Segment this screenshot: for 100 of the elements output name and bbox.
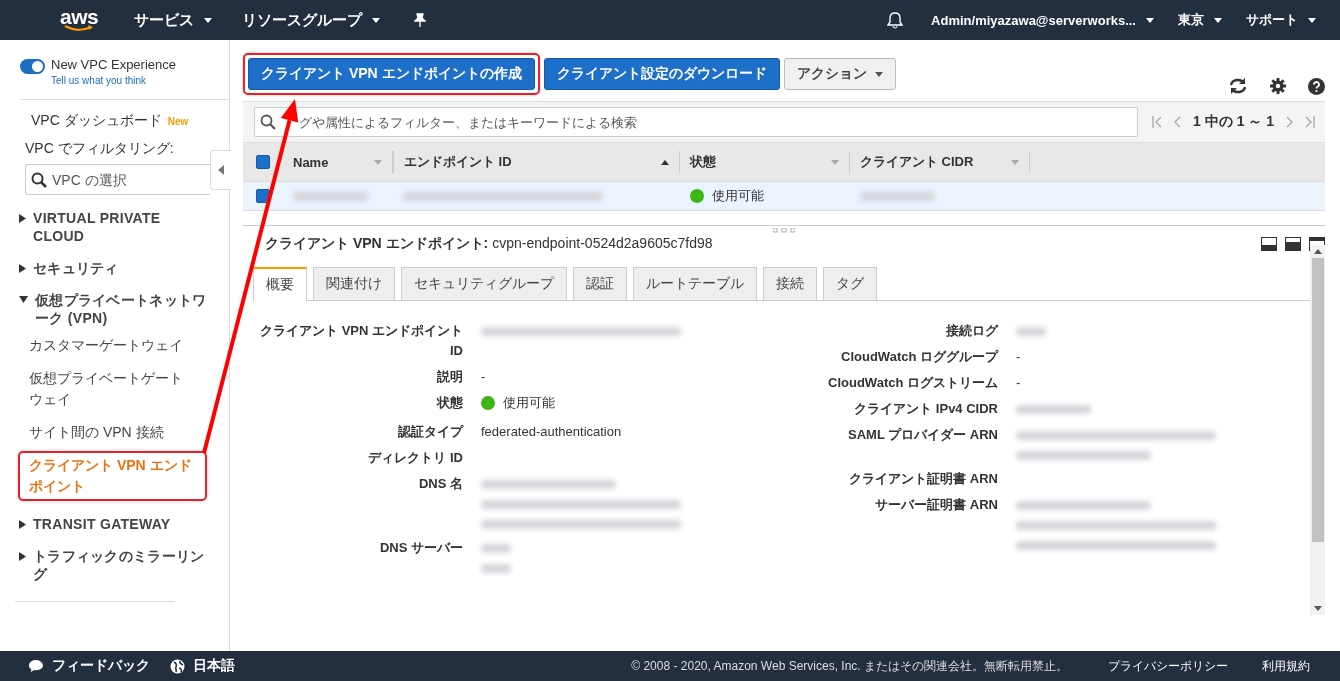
settings-icon bbox=[1270, 78, 1286, 94]
column-header[interactable]: クライアント CIDR bbox=[850, 151, 1030, 173]
column-header[interactable]: Name bbox=[283, 151, 393, 173]
caret-icon bbox=[1308, 17, 1316, 23]
tab[interactable]: 認証 bbox=[573, 267, 627, 300]
nav-section[interactable]: セキュリティ bbox=[19, 259, 209, 277]
scrollbar[interactable] bbox=[1310, 245, 1325, 615]
support-menu[interactable]: サポート bbox=[1246, 11, 1316, 29]
detail-title: クライアント VPN エンドポイント: cvpn-endpoint-0524d2a9605c7fd98 bbox=[265, 235, 713, 253]
triangle-right-icon bbox=[19, 552, 26, 561]
bell-icon bbox=[887, 11, 904, 29]
field-label: クライアント IPv4 CIDR bbox=[853, 400, 998, 418]
field-label: SAML プロバイダー ARN bbox=[847, 426, 998, 444]
scrollbar-thumb[interactable] bbox=[1311, 258, 1324, 542]
redacted-text bbox=[481, 544, 511, 553]
sidebar-item[interactable]: カスタマーゲートウェイ bbox=[18, 331, 207, 360]
field-label: クライアント証明書 ARN bbox=[848, 470, 998, 488]
feedback-link[interactable]: フィードバック bbox=[28, 657, 150, 675]
collapse-tab[interactable] bbox=[210, 150, 231, 190]
field-label: 認証タイプ bbox=[397, 423, 463, 441]
tab[interactable]: ルートテーブル bbox=[633, 267, 757, 300]
tab[interactable]: セキュリティグループ bbox=[401, 267, 567, 300]
caret-icon bbox=[204, 17, 213, 23]
field-value: federated-authentication bbox=[481, 424, 622, 439]
status-text: 使用可能 bbox=[481, 393, 555, 413]
field-label: ディレクトリ ID bbox=[367, 449, 463, 467]
pagination-text: 1 中の 1 ～ 1 bbox=[1193, 113, 1274, 131]
toolbar-button[interactable]: クライアント設定のダウンロード bbox=[543, 58, 780, 90]
pin-icon bbox=[414, 13, 427, 27]
table-row[interactable]: 使用可能 bbox=[243, 182, 1325, 211]
smile-icon bbox=[64, 25, 95, 32]
field-label: サーバー証明書 ARN bbox=[874, 496, 998, 514]
actions-dropdown[interactable]: アクション bbox=[783, 58, 896, 90]
new-label: New bbox=[167, 116, 189, 127]
checkbox[interactable] bbox=[256, 155, 270, 169]
nav-menu[interactable]: リソースグループ bbox=[242, 10, 381, 30]
tab[interactable]: 関連付け bbox=[313, 267, 395, 300]
resize-handle-icon bbox=[773, 228, 795, 233]
triangle-down-icon bbox=[19, 296, 28, 303]
triangle-right-icon bbox=[19, 264, 26, 273]
field-value: - bbox=[1016, 375, 1021, 390]
caret-icon bbox=[874, 71, 883, 77]
caret-left-icon bbox=[218, 165, 224, 175]
nav-section[interactable]: TRANSIT GATEWAY bbox=[19, 515, 209, 533]
first-page-icon bbox=[1152, 116, 1163, 128]
copyright-text: © 2008 - 2020, Amazon Web Services, Inc. またはその関連会社。無断転用禁止。 bbox=[631, 657, 1068, 675]
field-label: DNS サーバー bbox=[378, 539, 463, 557]
toolbar-button[interactable]: クライアント VPN エンドポイントの作成 bbox=[248, 58, 535, 90]
field-label: 状態 bbox=[435, 394, 463, 412]
layout-split-icon bbox=[1285, 237, 1301, 251]
refresh-icon bbox=[1228, 77, 1248, 95]
field-label: DNS 名 bbox=[417, 475, 463, 493]
speech-bubble-icon bbox=[28, 659, 44, 673]
nav-menu[interactable]: サービス bbox=[134, 10, 213, 30]
nav-section[interactable]: 仮想プライベートネットワーク (VPN) bbox=[19, 291, 209, 327]
redacted-text bbox=[481, 564, 511, 573]
column-header[interactable]: 状態 bbox=[680, 151, 850, 173]
redacted-text bbox=[1016, 327, 1046, 336]
status-text: 使用可能 bbox=[690, 187, 764, 205]
nav-section[interactable]: トラフィックのミラーリング bbox=[19, 547, 209, 583]
region-menu[interactable]: 東京 bbox=[1178, 11, 1222, 29]
next-page-icon bbox=[1286, 116, 1293, 128]
field-label: CloudWatch ログストリーム bbox=[827, 374, 998, 392]
previous-page-icon bbox=[1174, 116, 1182, 128]
privacy-link[interactable]: プライバシーポリシー bbox=[1108, 657, 1228, 675]
nav-section[interactable]: VIRTUAL PRIVATE CLOUD bbox=[19, 209, 209, 245]
logo[interactable]: aws bbox=[60, 8, 99, 26]
toggle-switch[interactable] bbox=[20, 59, 45, 74]
scroll-down-icon bbox=[1313, 606, 1322, 611]
field-label: 説明 bbox=[436, 368, 463, 386]
caret-icon bbox=[1146, 17, 1154, 23]
language-selector[interactable]: 日本語 bbox=[170, 657, 235, 675]
field-label: クライアント VPN エンドポイント ID bbox=[259, 322, 463, 360]
feedback-link[interactable]: Tell us what you think bbox=[51, 75, 147, 86]
scroll-up-icon bbox=[1313, 249, 1322, 254]
last-page-icon bbox=[1305, 116, 1315, 128]
checkbox[interactable] bbox=[256, 189, 270, 203]
triangle-right-icon bbox=[19, 520, 26, 529]
search-field[interactable]: グや属性によるフィルター、またはキーワードによる検索 bbox=[254, 107, 1139, 137]
account-menu[interactable]: Admin/miyazawa@serverworks... bbox=[931, 12, 1154, 28]
tab[interactable]: 接続 bbox=[763, 267, 817, 300]
tab[interactable]: 概要 bbox=[253, 267, 307, 301]
field-value: - bbox=[1016, 349, 1021, 364]
sidebar-item[interactable]: 仮想プライベートゲートウェイ bbox=[18, 364, 207, 414]
triangle-right-icon bbox=[19, 214, 26, 223]
globe-icon bbox=[170, 658, 185, 674]
column-header[interactable]: エンドポイント ID bbox=[393, 151, 680, 173]
caret-icon bbox=[372, 17, 381, 23]
dashboard-link[interactable]: VPC ダッシュボード bbox=[31, 112, 162, 130]
caret-icon bbox=[1214, 17, 1222, 23]
field-label: 接続ログ bbox=[945, 322, 998, 340]
layout-bottom-icon bbox=[1261, 237, 1277, 251]
sidebar-item[interactable]: サイト間の VPN 接続 bbox=[18, 418, 207, 447]
terms-link[interactable]: 利用規約 bbox=[1262, 657, 1310, 675]
filter-label: VPC でフィルタリング: bbox=[25, 140, 175, 158]
toggle-label: New VPC Experience bbox=[51, 57, 176, 72]
vpc-select-field[interactable]: VPC の選択 bbox=[25, 164, 210, 195]
field-value: - bbox=[481, 369, 486, 384]
tab[interactable]: タグ bbox=[823, 267, 877, 300]
help-icon bbox=[1308, 77, 1325, 95]
